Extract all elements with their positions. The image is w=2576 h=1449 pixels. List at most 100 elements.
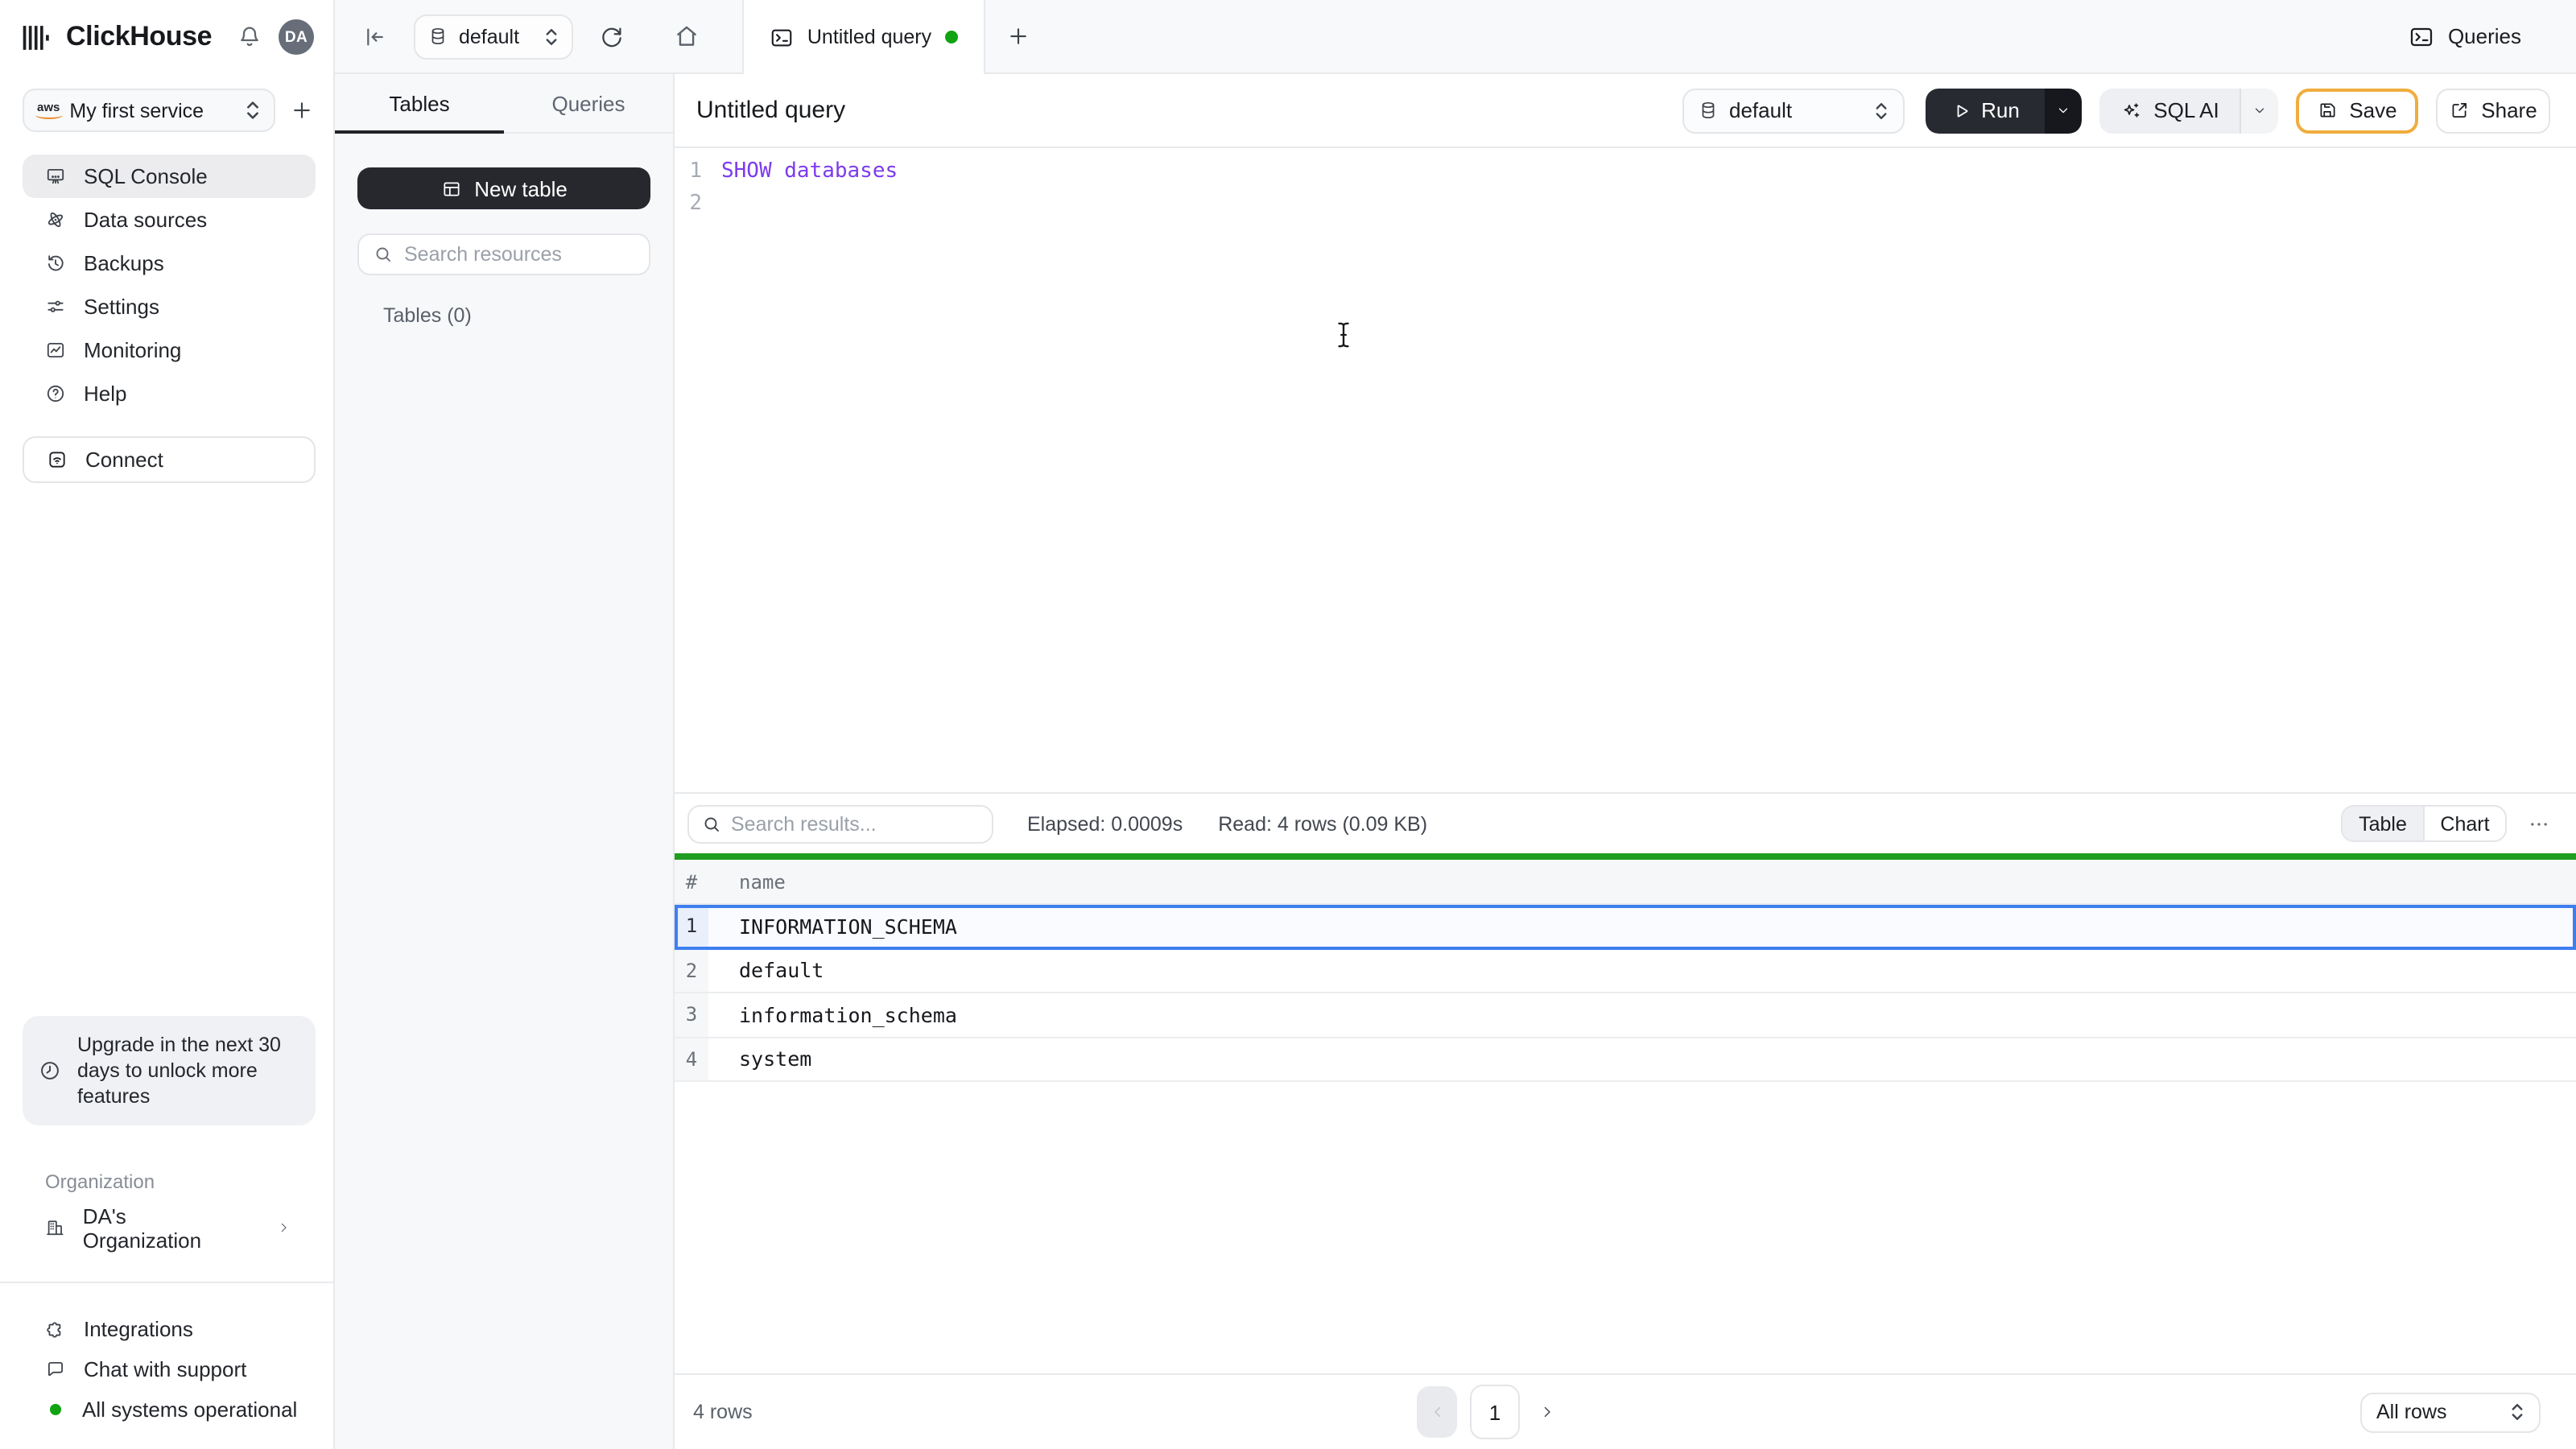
user-avatar[interactable]: DA	[279, 19, 314, 55]
resource-explorer: Tables Queries New table Tables (0)	[335, 74, 675, 1449]
refresh-button[interactable]	[599, 0, 625, 72]
upgrade-text: Upgrade in the next 30 days to unlock mo…	[77, 1034, 281, 1108]
puzzle-icon	[47, 1322, 61, 1338]
page-number-button[interactable]: 1	[1470, 1385, 1520, 1439]
tab-tables[interactable]: Tables	[335, 74, 504, 132]
clickhouse-logo-icon	[21, 23, 52, 51]
sidebar-footer-links: Integrations Chat with support All syste…	[0, 1309, 333, 1430]
organization-row[interactable]: DA's Organization	[23, 1203, 316, 1252]
table-row[interactable]: 3 information_schema	[675, 993, 2576, 1038]
monitoring-icon	[47, 342, 64, 358]
editor-database-name: default	[1729, 98, 1793, 122]
chat-bubble-icon	[47, 1361, 64, 1377]
view-table-button[interactable]: Table	[2343, 807, 2423, 840]
tab-untitled-query[interactable]: Untitled query	[742, 0, 985, 74]
sidebar-item-monitoring[interactable]: Monitoring	[23, 328, 316, 372]
share-label: Share	[2481, 98, 2537, 122]
sidebar-item-label: SQL Console	[84, 164, 208, 188]
results-toolbar: Elapsed: 0.0009s Read: 4 rows (0.09 KB) …	[675, 792, 2576, 853]
run-options-button[interactable]	[2045, 88, 2082, 133]
sidebar-item-data-sources[interactable]: Data sources	[23, 198, 316, 242]
results-empty-space	[675, 1082, 2576, 1373]
run-label: Run	[1981, 98, 2020, 122]
new-table-button[interactable]: New table	[357, 167, 650, 209]
database-icon	[1702, 101, 1715, 119]
search-results-input[interactable]	[731, 812, 979, 835]
line-number: 1	[689, 159, 702, 184]
sql-ai-options-button[interactable]	[2240, 88, 2278, 133]
strip-database-selector[interactable]: default	[414, 14, 573, 59]
query-success-bar	[675, 853, 2576, 860]
search-icon	[704, 816, 719, 831]
run-button[interactable]: Run	[1926, 88, 2045, 133]
query-header: Untitled query default Run SQL AI Save S…	[675, 74, 2576, 148]
unsaved-changes-dot-icon	[944, 31, 958, 43]
clock-icon	[41, 1062, 59, 1080]
search-resources-box[interactable]	[357, 233, 650, 275]
chat-support-label: Chat with support	[84, 1357, 247, 1381]
sidebar-item-label: Settings	[84, 295, 159, 319]
integrations-link[interactable]: Integrations	[0, 1309, 333, 1349]
aws-logo-icon: aws	[35, 101, 64, 119]
table-row[interactable]: 2 default	[675, 949, 2576, 993]
share-button[interactable]: Share	[2436, 88, 2550, 133]
run-split-button: Run	[1926, 88, 2082, 133]
results-header-row: # name	[675, 860, 2576, 905]
collapse-sidebar-button[interactable]	[362, 0, 388, 72]
column-header-index[interactable]: #	[675, 860, 708, 903]
home-button[interactable]	[673, 0, 700, 72]
table-row[interactable]: 4 system	[675, 1038, 2576, 1082]
save-button[interactable]: Save	[2296, 88, 2418, 133]
chevron-left-icon	[1434, 1406, 1440, 1418]
sql-code: SHOW databases	[721, 159, 898, 184]
row-value: system	[739, 1046, 812, 1071]
service-selector[interactable]: aws My first service	[23, 89, 275, 132]
logo-row: ClickHouse DA	[0, 0, 333, 74]
search-resources-input[interactable]	[404, 243, 634, 266]
chevron-down-icon	[2058, 108, 2068, 114]
sql-ai-button[interactable]: SQL AI	[2099, 88, 2240, 133]
table-icon	[443, 181, 459, 196]
line-number: 2	[689, 192, 702, 217]
editor-line: 1 SHOW databases	[675, 155, 2576, 188]
view-toggle: Table Chart	[2341, 805, 2507, 842]
connect-button[interactable]: Connect	[23, 436, 316, 483]
new-table-label: New table	[474, 176, 568, 200]
add-service-button[interactable]	[290, 98, 314, 122]
save-label: Save	[2349, 98, 2397, 122]
upgrade-notice[interactable]: Upgrade in the next 30 days to unlock mo…	[23, 1016, 316, 1125]
sidebar-item-settings[interactable]: Settings	[23, 285, 316, 328]
new-tab-button[interactable]	[1006, 0, 1030, 72]
sidebar-item-backups[interactable]: Backups	[23, 242, 316, 285]
sql-editor[interactable]: 1 SHOW databases 2	[675, 148, 2576, 792]
system-status-row[interactable]: All systems operational	[0, 1389, 333, 1430]
previous-page-button[interactable]	[1417, 1386, 1457, 1438]
view-chart-button[interactable]: Chart	[2423, 807, 2505, 840]
tab-title: Untitled query	[807, 26, 932, 48]
notifications-bell-icon[interactable]	[237, 24, 262, 50]
pagination: 1	[1417, 1375, 1562, 1449]
sidebar-item-help[interactable]: Help	[23, 372, 316, 415]
page-size-selector[interactable]: All rows	[2360, 1392, 2541, 1432]
organization-name: DA's Organization	[82, 1203, 202, 1252]
text-cursor-icon	[1335, 320, 1352, 349]
help-icon	[47, 385, 64, 402]
chat-support-link[interactable]: Chat with support	[0, 1349, 333, 1389]
next-page-button[interactable]	[1533, 1404, 1562, 1420]
search-results-box[interactable]	[687, 804, 993, 843]
sql-ai-label: SQL AI	[2153, 98, 2219, 122]
results-menu-button[interactable]	[2528, 812, 2550, 835]
queries-button[interactable]: Queries	[2409, 23, 2521, 49]
sidebar-item-label: Data sources	[84, 208, 208, 232]
row-value: information_schema	[739, 1002, 957, 1027]
sidebar: ClickHouse DA aws My first service SQL C…	[0, 0, 335, 1449]
editor-database-selector[interactable]: default	[1682, 88, 1905, 133]
play-icon	[1956, 104, 1967, 117]
sidebar-item-sql-console[interactable]: SQL Console	[23, 155, 316, 198]
sidebar-bottom: Upgrade in the next 30 days to unlock mo…	[0, 1016, 333, 1449]
table-row[interactable]: 1 INFORMATION_SCHEMA	[675, 905, 2576, 949]
queries-label: Queries	[2447, 24, 2521, 48]
column-header-name[interactable]: name	[708, 860, 2576, 903]
query-title[interactable]: Untitled query	[696, 97, 1665, 124]
tab-queries[interactable]: Queries	[504, 74, 673, 132]
